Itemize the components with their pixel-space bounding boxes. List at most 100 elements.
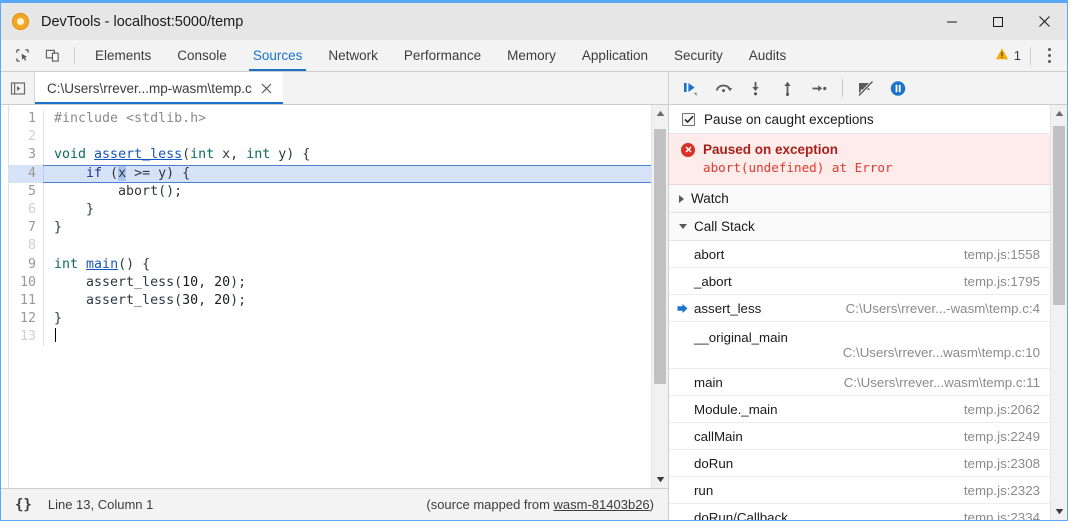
code-line[interactable]: 12} xyxy=(9,310,651,328)
tab-memory[interactable]: Memory xyxy=(494,40,569,71)
tab-performance[interactable]: Performance xyxy=(391,40,494,71)
line-number[interactable]: 2 xyxy=(9,128,43,146)
line-number[interactable]: 6 xyxy=(9,201,43,219)
line-number[interactable]: 7 xyxy=(9,219,43,237)
line-text[interactable]: } xyxy=(43,201,651,219)
pretty-print-icon[interactable]: {} xyxy=(15,497,32,513)
line-number[interactable]: 9 xyxy=(9,256,43,274)
call-stack-row[interactable]: doRun/Callbacktemp.js:2334 xyxy=(669,504,1050,520)
devtools-icon xyxy=(12,13,29,30)
code-editor[interactable]: 1#include <stdlib.h>23void assert_less(i… xyxy=(1,105,668,488)
pause-on-caught-exceptions-row[interactable]: Pause on caught exceptions xyxy=(669,105,1050,134)
code-token xyxy=(86,147,94,162)
code-line[interactable]: 1#include <stdlib.h> xyxy=(9,110,651,128)
call-stack-row[interactable]: callMaintemp.js:2249 xyxy=(669,423,1050,450)
code-line[interactable]: 4 if (x >= y) { xyxy=(9,165,651,183)
code-line[interactable]: 6 } xyxy=(9,201,651,219)
line-number[interactable]: 13 xyxy=(9,328,43,346)
line-text[interactable] xyxy=(43,128,651,146)
line-text[interactable]: abort(); xyxy=(43,183,651,201)
line-text[interactable]: if (x >= y) { xyxy=(43,165,651,183)
line-text[interactable]: #include <stdlib.h> xyxy=(43,110,651,128)
call-stack-row[interactable]: runtemp.js:2323 xyxy=(669,477,1050,504)
line-text[interactable]: } xyxy=(43,310,651,328)
tab-network[interactable]: Network xyxy=(315,40,391,71)
code-token: abort(); xyxy=(54,184,182,199)
code-lines-container[interactable]: 1#include <stdlib.h>23void assert_less(i… xyxy=(9,105,651,488)
tab-audits[interactable]: Audits xyxy=(736,40,800,71)
source-file-tab[interactable]: C:\Users\rrever...mp-wasm\temp.c xyxy=(35,72,283,104)
step-icon[interactable] xyxy=(805,75,833,101)
debugger-scrollbar[interactable] xyxy=(1050,105,1067,520)
pause-on-caught-checkbox[interactable] xyxy=(682,113,695,126)
scroll-down-arrow-icon[interactable] xyxy=(656,471,665,488)
watch-section-header[interactable]: Watch xyxy=(669,185,1050,213)
tab-elements[interactable]: Elements xyxy=(82,40,164,71)
call-stack-row[interactable]: assert_lessC:\Users\rrever...-wasm\temp.… xyxy=(669,295,1050,322)
call-stack-section-header[interactable]: Call Stack xyxy=(669,213,1050,241)
tab-sources[interactable]: Sources xyxy=(240,40,316,71)
code-line[interactable]: 3void assert_less(int x, int y) { xyxy=(9,146,651,164)
code-line[interactable]: 13 xyxy=(9,328,651,346)
source-map-link[interactable]: wasm-81403b26 xyxy=(554,497,650,512)
line-number[interactable]: 3 xyxy=(9,146,43,164)
line-text[interactable] xyxy=(43,328,651,346)
close-button[interactable] xyxy=(1021,3,1067,40)
call-stack-row[interactable]: Module._maintemp.js:2062 xyxy=(669,396,1050,423)
scroll-down-arrow-icon[interactable] xyxy=(1055,503,1064,520)
line-number[interactable]: 10 xyxy=(9,274,43,292)
call-stack-row[interactable]: doRuntemp.js:2308 xyxy=(669,450,1050,477)
code-line[interactable]: 9int main() { xyxy=(9,256,651,274)
code-line[interactable]: 10 assert_less(10, 20); xyxy=(9,274,651,292)
code-token: ); xyxy=(230,293,246,308)
call-stack-row[interactable]: aborttemp.js:1558 xyxy=(669,241,1050,268)
editor-scrollbar-track[interactable] xyxy=(652,122,668,471)
line-text[interactable]: assert_less(30, 20); xyxy=(43,292,651,310)
tab-console[interactable]: Console xyxy=(164,40,240,71)
maximize-button[interactable] xyxy=(975,3,1021,40)
line-number[interactable]: 4 xyxy=(9,165,43,183)
line-number[interactable]: 12 xyxy=(9,310,43,328)
line-number[interactable]: 5 xyxy=(9,183,43,201)
resume-script-execution-icon[interactable] xyxy=(677,75,705,101)
close-icon[interactable] xyxy=(261,83,272,94)
kebab-menu-icon[interactable] xyxy=(1040,48,1059,63)
warning-badge[interactable]: 1 xyxy=(995,47,1021,64)
code-line[interactable]: 11 assert_less(30, 20); xyxy=(9,292,651,310)
call-stack-row[interactable]: _aborttemp.js:1795 xyxy=(669,268,1050,295)
line-text[interactable]: } xyxy=(43,219,651,237)
line-text[interactable]: assert_less(10, 20); xyxy=(43,274,651,292)
code-line[interactable]: 2 xyxy=(9,128,651,146)
scroll-up-arrow-icon[interactable] xyxy=(656,105,665,122)
editor-scrollbar-thumb[interactable] xyxy=(654,129,666,384)
editor-scrollbar[interactable] xyxy=(651,105,668,488)
code-line[interactable]: 8 xyxy=(9,237,651,255)
toggle-device-toolbar-icon[interactable] xyxy=(37,40,67,71)
tab-security[interactable]: Security xyxy=(661,40,736,71)
line-number[interactable]: 11 xyxy=(9,292,43,310)
line-number[interactable]: 8 xyxy=(9,237,43,255)
debugger-scrollbar-thumb[interactable] xyxy=(1053,126,1065,305)
debugger-toolbar xyxy=(669,72,1067,105)
debugger-scrollbar-track[interactable] xyxy=(1051,122,1067,503)
code-token xyxy=(54,166,86,181)
line-text[interactable]: void assert_less(int x, int y) { xyxy=(43,146,651,164)
line-text[interactable]: int main() { xyxy=(43,256,651,274)
minimize-button[interactable] xyxy=(929,3,975,40)
call-stack-row[interactable]: mainC:\Users\rrever...wasm\temp.c:11 xyxy=(669,369,1050,396)
step-into-icon[interactable] xyxy=(741,75,769,101)
call-stack-list[interactable]: aborttemp.js:1558_aborttemp.js:1795asser… xyxy=(669,241,1050,520)
call-stack-row[interactable]: __original_mainC:\Users\rrever...wasm\te… xyxy=(669,322,1050,369)
line-number[interactable]: 1 xyxy=(9,110,43,128)
inspect-element-icon[interactable] xyxy=(7,40,37,71)
show-navigator-icon[interactable] xyxy=(1,72,35,104)
code-line[interactable]: 5 abort(); xyxy=(9,183,651,201)
step-over-icon[interactable] xyxy=(709,75,737,101)
line-text[interactable] xyxy=(43,237,651,255)
scroll-up-arrow-icon[interactable] xyxy=(1055,105,1064,122)
code-line[interactable]: 7} xyxy=(9,219,651,237)
tab-application[interactable]: Application xyxy=(569,40,661,71)
step-out-icon[interactable] xyxy=(773,75,801,101)
pause-on-exceptions-icon[interactable] xyxy=(884,75,912,101)
deactivate-breakpoints-icon[interactable] xyxy=(852,75,880,101)
